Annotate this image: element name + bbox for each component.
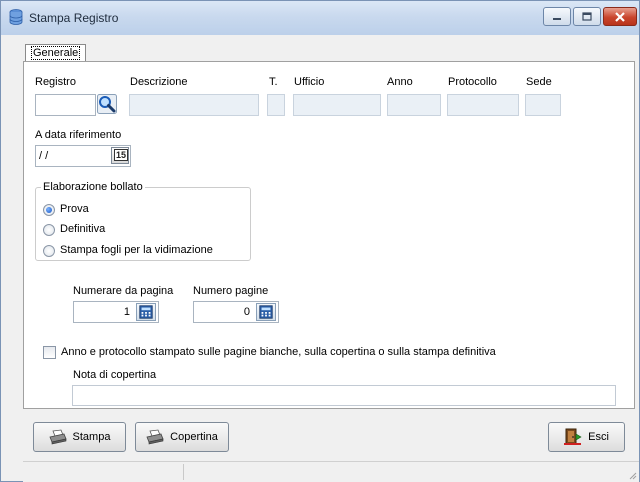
anno-protocollo-checkbox[interactable] [43,346,56,359]
maximize-button[interactable] [573,7,601,26]
radio-prova[interactable] [43,204,55,216]
sede-field [525,94,561,116]
registro-label: Registro [35,76,76,88]
nota-copertina-input[interactable] [72,385,616,406]
registro-input[interactable] [35,94,96,116]
stampa-button[interactable]: Stampa [33,422,126,452]
radio-definitiva[interactable] [43,224,55,236]
descrizione-field [129,94,259,116]
calendar-icon: 15 [114,149,129,161]
resize-grip-icon[interactable] [627,470,637,480]
stampa-registro-window: Stampa Registro Generale Registro Descri… [0,0,640,482]
ufficio-label: Ufficio [294,76,325,88]
anno-label: Anno [387,76,413,88]
esci-button-label: Esci [588,431,609,443]
protocollo-label: Protocollo [448,76,497,88]
minimize-button[interactable] [543,7,571,26]
close-button[interactable] [603,7,637,26]
radio-definitiva-label: Definitiva [60,223,106,235]
window-title: Stampa Registro [29,11,119,25]
tab-generale[interactable]: Generale [25,44,87,62]
numerare-label: Numerare da pagina [73,285,174,297]
radio-vidimazione-label: Stampa fogli per la vidimazione [60,244,213,256]
nota-copertina-label: Nota di copertina [73,369,157,381]
protocollo-field [447,94,519,116]
calendar-button[interactable]: 15 [111,147,129,164]
descrizione-label: Descrizione [130,76,188,88]
stampa-button-label: Stampa [72,431,111,443]
anno-field [387,94,441,116]
calculator-icon[interactable] [256,303,276,321]
printer-icon [48,429,67,445]
title-bar[interactable]: Stampa Registro [1,1,639,35]
t-field [267,94,285,116]
ufficio-field [293,94,381,116]
status-bar [23,461,639,482]
t-label: T. [269,76,278,88]
radio-vidimazione[interactable] [43,245,55,257]
exit-icon [564,428,582,445]
copertina-button[interactable]: Copertina [135,422,229,452]
elaborazione-group-title: Elaborazione bollato [41,181,145,193]
minimize-icon [553,17,561,20]
printer-icon [146,429,164,445]
calculator-icon[interactable] [136,303,156,321]
numero-pagine-label: Numero pagine [193,285,269,297]
esci-button[interactable]: Esci [548,422,625,452]
status-separator [183,464,184,480]
close-icon [615,11,625,22]
search-icon[interactable] [97,94,117,114]
radio-prova-label: Prova [60,203,89,215]
maximize-icon [582,12,592,21]
database-icon [9,9,23,25]
anno-protocollo-label: Anno e protocollo stampato sulle pagine … [61,346,496,358]
copertina-button-label: Copertina [170,431,218,443]
data-riferimento-label: A data riferimento [35,129,122,141]
sede-label: Sede [526,76,552,88]
